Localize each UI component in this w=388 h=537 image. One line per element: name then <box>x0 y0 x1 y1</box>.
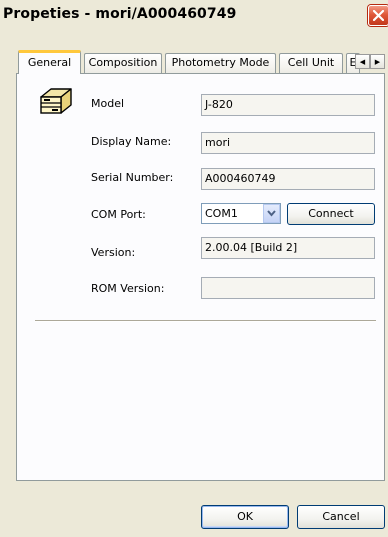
version-label: Version: <box>91 246 136 259</box>
close-button[interactable] <box>368 5 388 26</box>
tab-scroll-right-icon[interactable]: ▶ <box>370 54 385 69</box>
cancel-button[interactable]: Cancel <box>297 505 385 529</box>
properties-dialog: Propeties - mori/A000460749 General Comp… <box>0 0 388 537</box>
title-bar[interactable]: Propeties - mori/A000460749 <box>0 0 388 30</box>
com-port-label: COM Port: <box>91 208 146 221</box>
com-port-value: COM1 <box>205 207 238 220</box>
close-icon <box>373 10 384 21</box>
display-name-label: Display Name: <box>91 135 172 148</box>
general-tab-panel: Model J-820 Display Name: mori Serial Nu… <box>16 73 385 481</box>
rom-version-value <box>201 277 375 299</box>
tab-scroll-buttons: ◀ ▶ <box>355 54 385 69</box>
tab-scroll-left-icon[interactable]: ◀ <box>355 54 370 69</box>
model-value: J-820 <box>201 94 375 116</box>
version-value: 2.00.04 [Build 2] <box>201 237 375 259</box>
serial-number-value: A000460749 <box>201 168 375 190</box>
tab-composition[interactable]: Composition <box>84 53 162 73</box>
serial-number-label: Serial Number: <box>91 171 174 184</box>
device-icon <box>40 88 72 114</box>
display-name-value: mori <box>201 132 375 154</box>
com-port-select[interactable]: COM1 <box>201 203 281 224</box>
window-title: Propeties - mori/A000460749 <box>3 6 237 22</box>
rom-version-label: ROM Version: <box>91 282 165 295</box>
tab-photometry-mode[interactable]: Photometry Mode <box>165 53 276 73</box>
tab-cell-unit[interactable]: Cell Unit <box>279 53 343 73</box>
com-port-dropdown-button[interactable] <box>263 204 280 223</box>
connect-button[interactable]: Connect <box>287 203 375 225</box>
ok-button[interactable]: OK <box>201 505 289 529</box>
tab-general[interactable]: General <box>18 50 81 74</box>
chevron-down-icon <box>267 210 276 217</box>
separator-line <box>35 320 376 322</box>
model-label: Model <box>91 97 125 110</box>
